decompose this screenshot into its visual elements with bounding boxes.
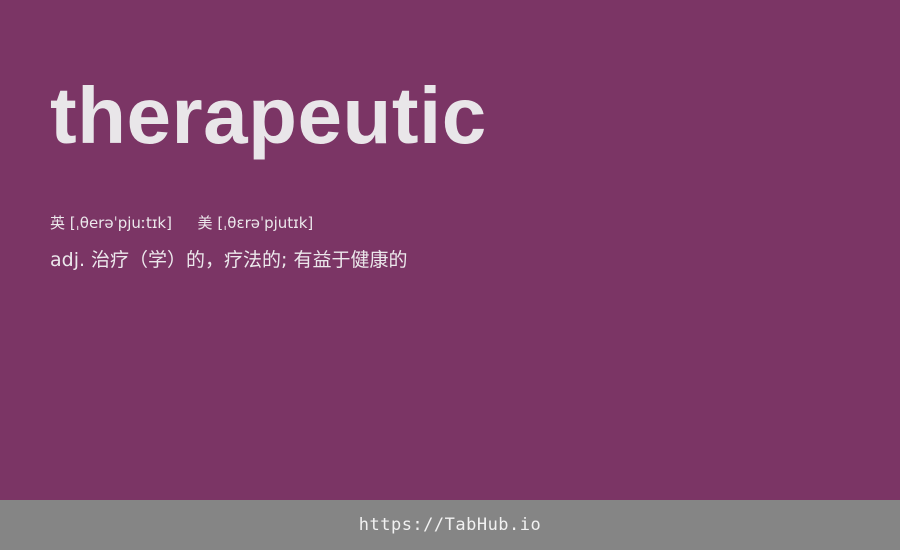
footer-bar: https://TabHub.io [0, 500, 900, 550]
word-title: therapeutic [50, 71, 487, 160]
definition-text: adj. 治疗（学）的，疗法的; 有益于健康的 [50, 249, 408, 271]
uk-phonetic-label: 英 [50, 214, 66, 232]
us-phonetic: [ˌθɛrəˈpjutɪk] [217, 214, 314, 232]
word-card: therapeutic 英 [ˌθerəˈpjuːtɪk] 美 [ˌθɛrəˈp… [0, 0, 900, 500]
us-phonetic-label: 美 [197, 214, 213, 232]
uk-phonetic: [ˌθerəˈpjuːtɪk] [69, 214, 172, 232]
tabhub-link[interactable]: https://TabHub.io [359, 515, 542, 535]
phonetics-row: 英 [ˌθerəˈpjuːtɪk] 美 [ˌθɛrəˈpjutɪk] [50, 212, 313, 234]
